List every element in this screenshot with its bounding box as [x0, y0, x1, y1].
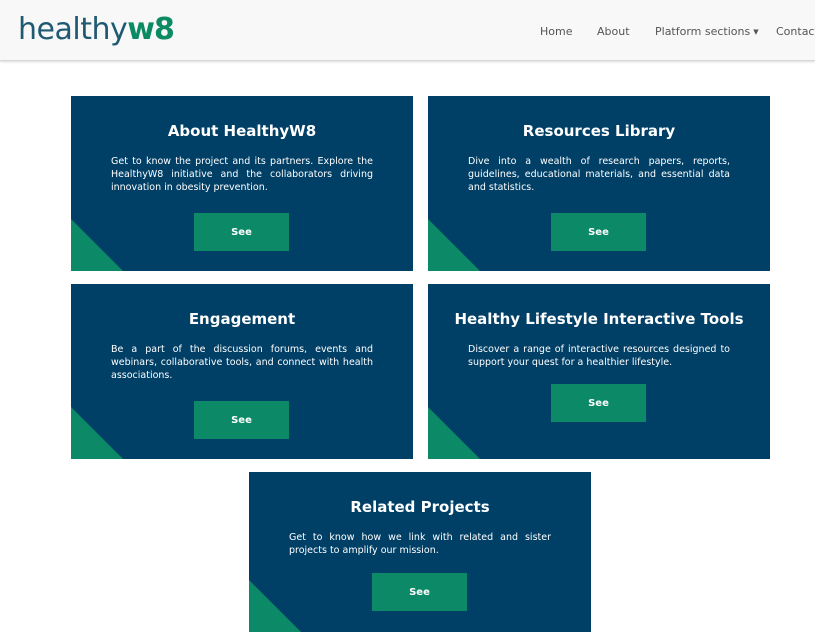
card-description: Get to know the project and its partners… — [111, 156, 373, 193]
nav-platform-sections-dropdown[interactable]: Platform sections ▼ — [655, 25, 759, 38]
card-title: Related Projects — [350, 498, 490, 516]
nav-about-link[interactable]: About — [597, 25, 630, 38]
card-description: Be a part of the discussion forums, even… — [111, 344, 373, 381]
resources-see-button[interactable]: See — [551, 213, 646, 251]
card-about-healthyw8: About HealthyW8 Get to know the project … — [71, 96, 413, 271]
corner-triangle-decoration — [71, 407, 123, 459]
card-title: About HealthyW8 — [167, 122, 317, 140]
nav-platform-sections-label: Platform sections — [655, 25, 751, 38]
logo-text-healthy: healthy — [18, 12, 128, 47]
card-description: Discover a range of interactive resource… — [468, 344, 730, 368]
card-description: Dive into a wealth of research papers, r… — [468, 156, 730, 193]
about-see-button[interactable]: See — [194, 213, 289, 251]
caret-down-icon: ▼ — [753, 28, 759, 36]
card-healthy-lifestyle-tools: Healthy Lifestyle Interactive Tools Disc… — [428, 284, 770, 459]
related-see-button[interactable]: See — [372, 573, 467, 611]
navbar: healthy w8 Home About Platform sections ▼ … — [0, 0, 815, 61]
card-description: Get to know how we link with related and… — [289, 532, 551, 556]
card-related-projects: Related Projects Get to know how we link… — [249, 472, 591, 632]
corner-triangle-decoration — [71, 219, 123, 271]
healthyw8-logo[interactable]: healthy w8 — [18, 12, 175, 48]
engagement-see-button[interactable]: See — [194, 401, 289, 439]
card-title: Resources Library — [522, 122, 676, 140]
card-engagement: Engagement Be a part of the discussion f… — [71, 284, 413, 459]
logo-text-w8: w8 — [127, 12, 175, 47]
card-title: Engagement — [188, 310, 296, 328]
nav-home-link[interactable]: Home — [540, 25, 572, 38]
nav-contact-link[interactable]: Contact — [776, 25, 815, 38]
corner-triangle-decoration — [249, 580, 301, 632]
corner-triangle-decoration — [428, 219, 480, 271]
corner-triangle-decoration — [428, 407, 480, 459]
card-resources-library: Resources Library Dive into a wealth of … — [428, 96, 770, 271]
card-title: Healthy Lifestyle Interactive Tools — [454, 310, 744, 328]
tools-see-button[interactable]: See — [551, 384, 646, 422]
